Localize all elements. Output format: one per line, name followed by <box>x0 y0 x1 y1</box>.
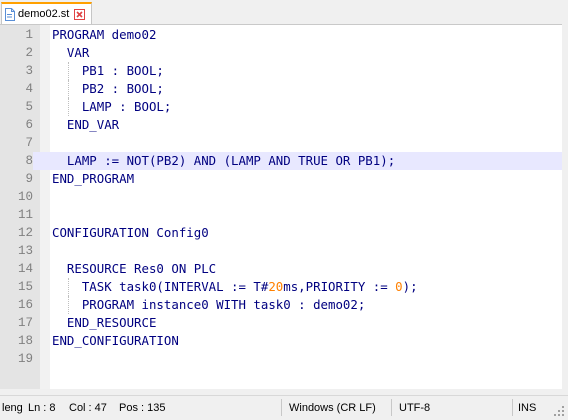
line-number: 16 <box>17 298 33 312</box>
line-number: 10 <box>17 190 33 204</box>
resize-grip-icon[interactable] <box>554 406 565 417</box>
code-line[interactable]: 15 TASK task0(INTERVAL := T#20ms,PRIORIT… <box>0 278 562 296</box>
code-line[interactable]: 5 LAMP : BOOL; <box>0 98 562 116</box>
status-encoding[interactable]: UTF-8 <box>399 399 430 417</box>
status-position: Pos : 135 <box>119 402 166 414</box>
line-number: 15 <box>17 280 33 294</box>
code-line[interactable]: 3 PB1 : BOOL; <box>0 62 562 80</box>
code-line[interactable]: 1 PROGRAM demo02 <box>0 26 562 44</box>
code-text: RESOURCE Res0 ON PLC <box>52 261 217 276</box>
code-text: LAMP : BOOL; <box>52 99 172 114</box>
line-number: 4 <box>25 82 33 96</box>
code-lines[interactable]: 1 PROGRAM demo02 2 VAR 3 PB1 : BOOL; 4 PB2 :… <box>0 26 562 368</box>
line-number: 8 <box>0 152 33 170</box>
code-text: PB2 : BOOL; <box>52 81 164 96</box>
code-text: CONFIGURATION Config0 <box>52 225 209 240</box>
code-text: PROGRAM instance0 WITH task0 : demo02; <box>52 297 366 312</box>
status-bar: leng Ln : 8 Col : 47 Pos : 135 Windows (… <box>0 395 568 420</box>
code-editor[interactable]: 1 PROGRAM demo02 2 VAR 3 PB1 : BOOL; 4 PB2 :… <box>0 24 562 389</box>
code-line[interactable]: 14 RESOURCE Res0 ON PLC <box>0 260 562 278</box>
code-line[interactable]: 11 <box>0 206 562 224</box>
status-separator <box>512 399 513 416</box>
line-number: 2 <box>25 46 33 60</box>
code-text: LAMP := NOT(PB2) AND (LAMP AND TRUE OR P… <box>52 153 396 168</box>
status-length: leng <box>2 402 23 414</box>
line-number: 9 <box>25 172 33 186</box>
code-text: VAR <box>52 45 90 60</box>
line-number: 18 <box>17 334 33 348</box>
code-text: END_RESOURCE <box>52 315 157 330</box>
code-line[interactable]: 13 <box>0 242 562 260</box>
tab-label: demo02.st <box>18 8 70 20</box>
code-line[interactable]: 10 <box>0 188 562 206</box>
line-number: 6 <box>25 118 33 132</box>
status-separator <box>391 399 392 416</box>
code-line[interactable]: 8 LAMP := NOT(PB2) AND (LAMP AND TRUE OR… <box>0 152 562 170</box>
code-text: END_PROGRAM <box>52 171 135 186</box>
code-line[interactable]: 16 PROGRAM instance0 WITH task0 : demo02… <box>0 296 562 314</box>
code-line[interactable]: 17 END_RESOURCE <box>0 314 562 332</box>
status-separator <box>281 399 282 416</box>
tab-demo02[interactable]: demo02.st <box>1 2 92 24</box>
code-text: END_CONFIGURATION <box>52 333 179 348</box>
line-number: 3 <box>25 64 33 78</box>
code-line[interactable]: 2 VAR <box>0 44 562 62</box>
code-line[interactable]: 19 <box>0 350 562 368</box>
line-number: 17 <box>17 316 33 330</box>
tab-bar: demo02.st <box>0 0 568 24</box>
status-column: Col : 47 <box>69 402 107 414</box>
line-number: 1 <box>25 28 33 42</box>
status-insert-mode[interactable]: INS <box>518 399 536 417</box>
status-line: Ln : 8 <box>28 402 56 414</box>
code-text: TASK task0(INTERVAL := T#20ms,PRIORITY :… <box>52 279 418 294</box>
line-number: 13 <box>17 244 33 258</box>
code-text: PROGRAM demo02 <box>52 27 157 42</box>
line-number: 11 <box>17 208 33 222</box>
code-line[interactable]: 6 END_VAR <box>0 116 562 134</box>
vertical-scrollbar[interactable] <box>562 24 568 389</box>
line-number: 14 <box>17 262 33 276</box>
line-number: 7 <box>25 136 33 150</box>
code-line[interactable]: 12 CONFIGURATION Config0 <box>0 224 562 242</box>
code-line[interactable]: 7 <box>0 134 562 152</box>
file-icon <box>5 7 15 21</box>
line-number: 12 <box>17 226 33 240</box>
close-icon[interactable] <box>74 8 86 20</box>
code-line[interactable]: 4 PB2 : BOOL; <box>0 80 562 98</box>
status-eol[interactable]: Windows (CR LF) <box>289 399 376 417</box>
code-line[interactable]: 18 END_CONFIGURATION <box>0 332 562 350</box>
code-line[interactable]: 9 END_PROGRAM <box>0 170 562 188</box>
line-number: 5 <box>25 100 33 114</box>
code-text: END_VAR <box>52 117 120 132</box>
line-number: 19 <box>17 352 33 366</box>
code-text: PB1 : BOOL; <box>52 63 164 78</box>
